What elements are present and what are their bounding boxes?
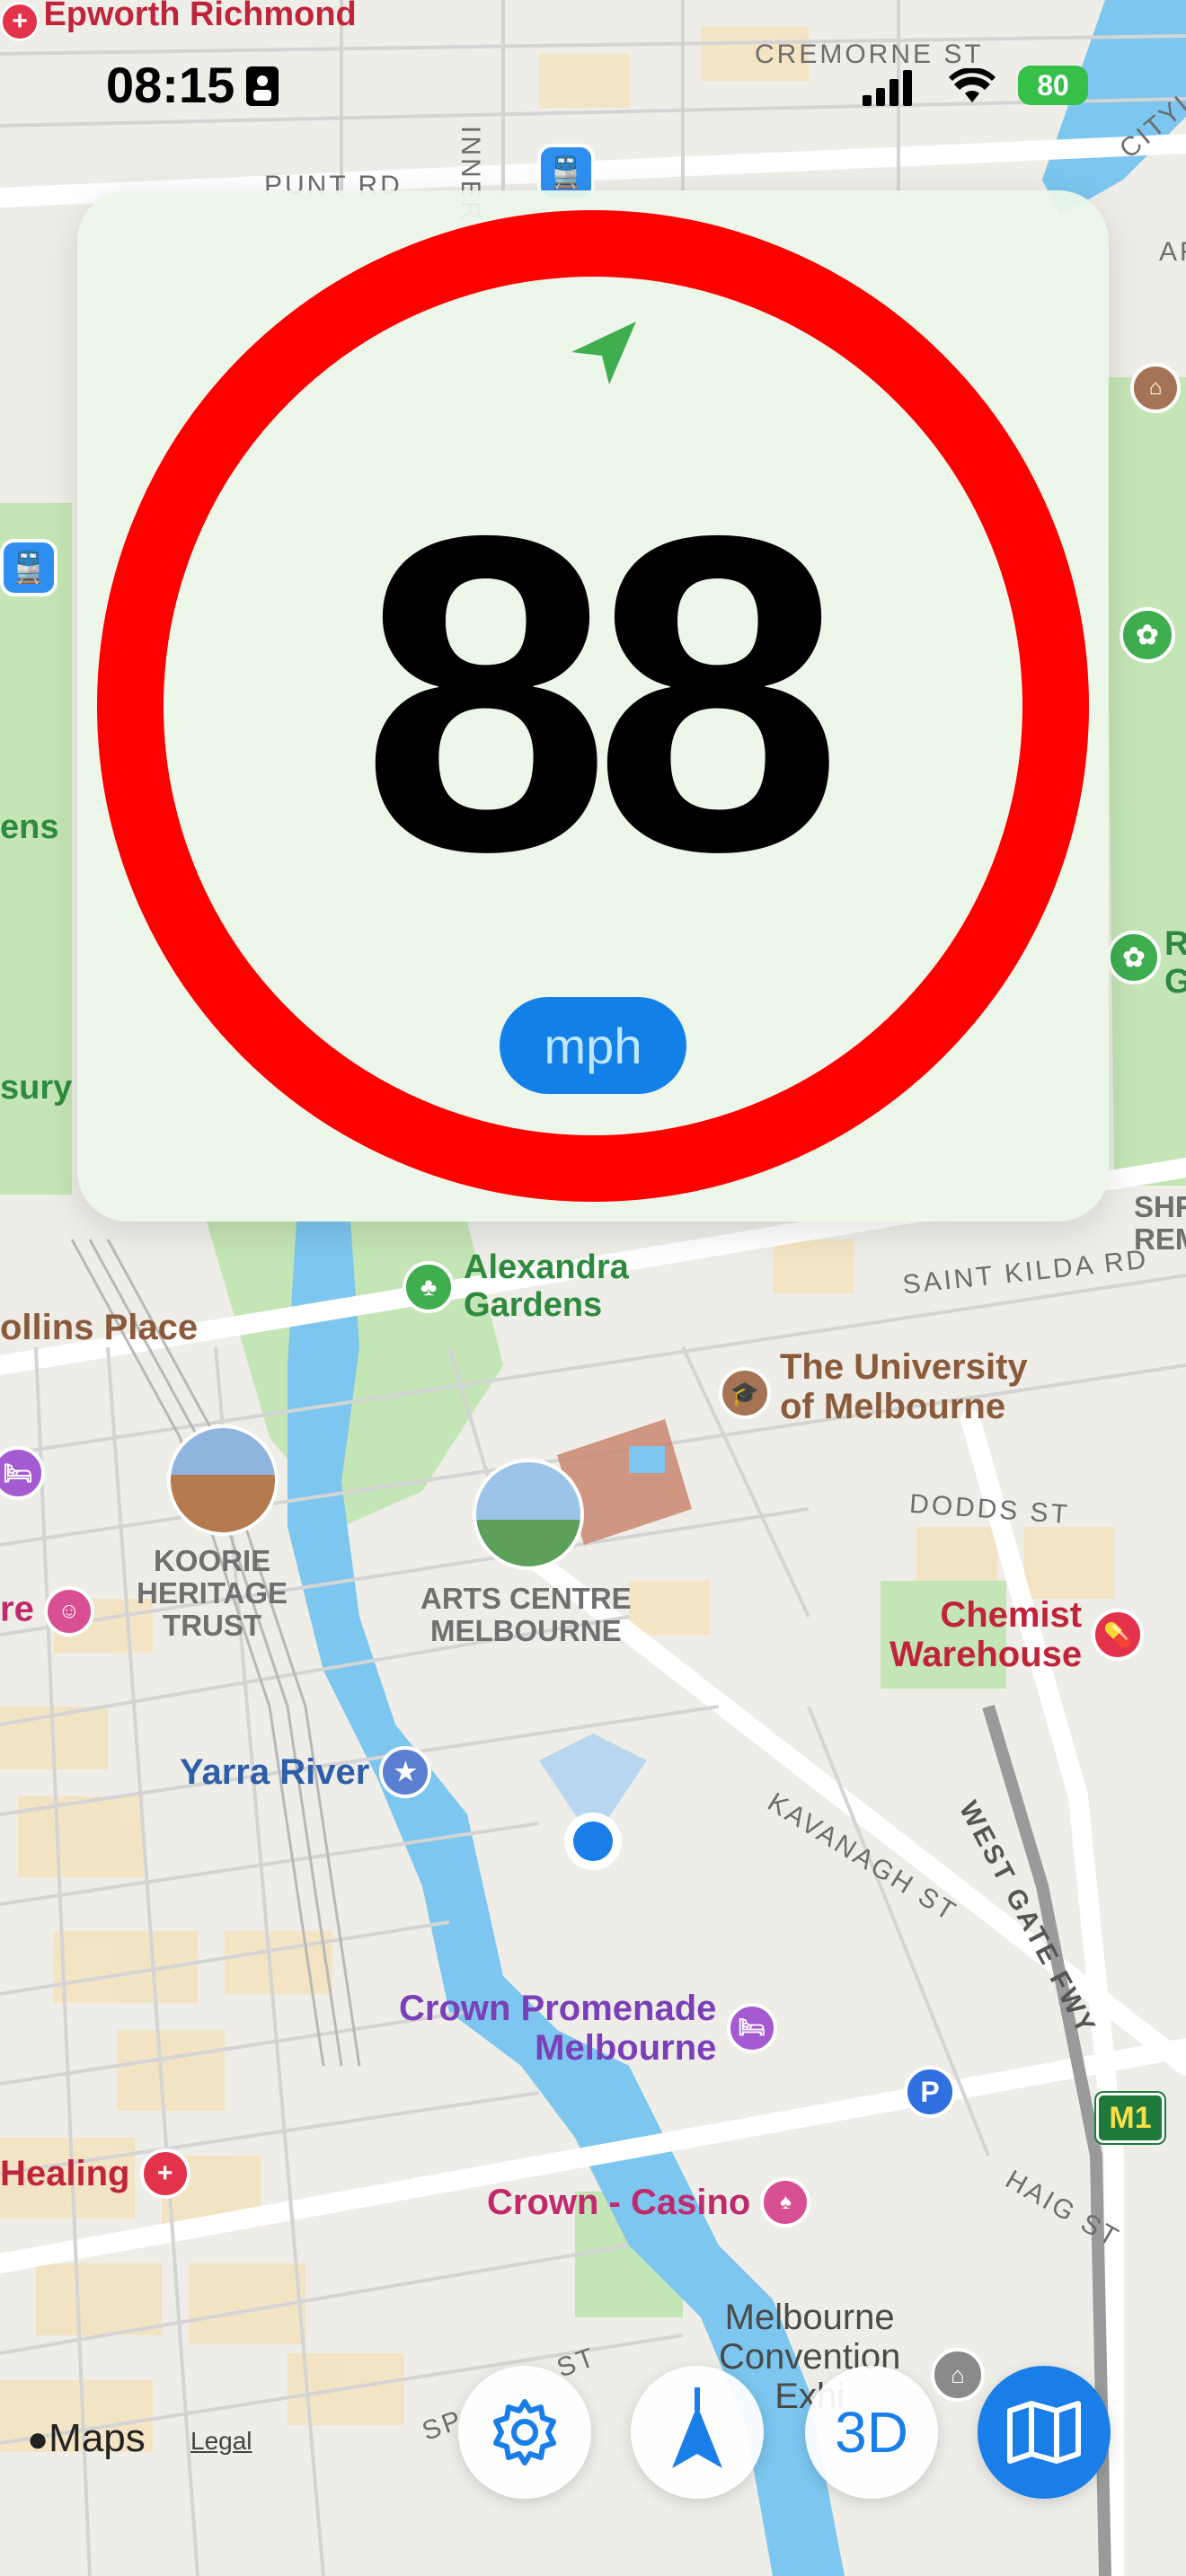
clock: 08:15 <box>106 57 235 113</box>
map-label-ens: ens <box>0 808 59 846</box>
cellular-signal-icon <box>863 70 912 106</box>
transit-station-icon[interactable]: 🚆 <box>0 539 58 596</box>
star-pin-icon: ★ <box>379 1746 432 1798</box>
wifi-icon <box>949 68 996 102</box>
legal-link[interactable]: Legal <box>190 2427 252 2456</box>
map-label-yarra-river[interactable]: Yarra River ★ <box>180 1746 432 1798</box>
arts-centre-photo-icon[interactable] <box>473 1459 584 1570</box>
speed-limit-card[interactable]: 88 mph <box>77 190 1109 1222</box>
park-pin-2-icon[interactable]: ✿ <box>1107 931 1161 984</box>
apple-maps-attribution: ●Maps <box>27 2416 146 2460</box>
m1-shield: M1 <box>1096 2093 1164 2143</box>
apple-logo-icon: ● <box>27 2420 49 2459</box>
settings-button[interactable] <box>458 2366 591 2499</box>
map-label-crown-casino[interactable]: Crown - Casino ♠ <box>487 2177 811 2228</box>
pharmacy-pin-icon: 💊 <box>1092 1609 1145 1661</box>
casino-pin-icon: ♠ <box>760 2177 811 2228</box>
theatre-pin-icon: ☺ <box>43 1586 94 1636</box>
tree-pin-icon: ♣ <box>403 1261 455 1313</box>
status-bar: 08:15 80 <box>0 0 1186 180</box>
focus-mode-icon <box>246 66 279 106</box>
map-label-healing[interactable]: Healing + <box>0 2148 190 2199</box>
map-label-sury: sury <box>0 1069 73 1107</box>
gear-icon <box>493 2399 556 2466</box>
heading-arrow-icon <box>571 322 636 384</box>
map-label-alexandra-gardens[interactable]: ♣ Alexandra Gardens <box>403 1248 629 1324</box>
medical-pin-icon: + <box>139 2148 190 2199</box>
compass-arrow-icon <box>672 2387 722 2468</box>
battery-indicator: 80 <box>1018 66 1088 105</box>
map-label-arts-centre: ARTS CENTRE MELBOURNE <box>420 1582 632 1647</box>
convention-pin-icon[interactable]: ⌂ <box>931 2348 985 2402</box>
map-icon <box>1007 2401 1081 2464</box>
map-label-chemist[interactable]: Chemist Warehouse 💊 <box>890 1595 1145 1674</box>
map-label-ar: AR <box>1159 237 1186 267</box>
koorie-photo-icon[interactable] <box>167 1425 279 1536</box>
compass-button[interactable] <box>631 2366 764 2499</box>
3d-toggle-button[interactable]: 3D <box>805 2366 938 2499</box>
parking-pin-icon[interactable]: P <box>904 2066 956 2118</box>
museum-pin-icon[interactable]: ⌂ <box>1130 363 1181 413</box>
graduation-cap-icon: 🎓 <box>719 1367 771 1419</box>
park-pin-icon[interactable]: ✿ <box>1120 607 1175 663</box>
map-mode-button[interactable] <box>978 2366 1111 2499</box>
map-label-collins-place: ollins Place <box>0 1308 199 1347</box>
hotel-pin-2-icon: 🛏 <box>726 2003 777 2053</box>
map-label-koorie: KOORIE HERITAGE TRUST <box>137 1544 288 1642</box>
speed-value: 88 <box>360 442 843 944</box>
map-label-rg: R G <box>1164 925 1186 1001</box>
map-label-crown-promenade[interactable]: Crown Promenade Melbourne 🛏 <box>399 1989 777 2068</box>
map-label-university[interactable]: 🎓 The University of Melbourne <box>719 1347 1028 1426</box>
unit-toggle-button[interactable]: mph <box>500 997 686 1094</box>
map-label-re[interactable]: re ☺ <box>0 1586 94 1636</box>
